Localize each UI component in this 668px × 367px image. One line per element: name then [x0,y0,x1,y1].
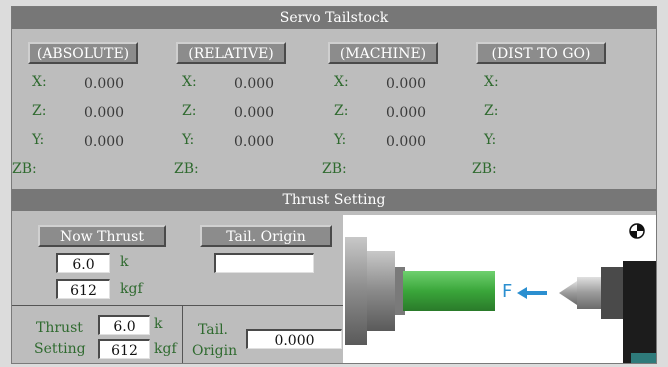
relative-z-label: Z: [182,103,197,119]
tailstock-collar [601,267,623,319]
dist-x-label: X: [484,74,499,90]
column-divider [182,305,183,363]
thrust-setting-label-2: Setting [34,341,86,357]
tail-origin-label-1: Tail. [198,322,229,338]
now-thrust-kgf-unit: kgf [120,281,143,297]
machine-y-value: 0.000 [386,134,427,150]
relative-z-value: 0.000 [234,105,275,121]
force-label: F [502,281,512,302]
center-tip [559,281,577,305]
dist-to-go-column: (DIST TO GO) [460,42,610,64]
now-thrust-button[interactable]: Now Thrust [38,225,166,247]
thrust-section: Now Thrust 6.0 k 612 kgf Tail. Origin Th… [12,215,656,363]
tailstock-illustration: F [345,223,656,363]
machine-zb-label: ZB: [322,161,347,177]
dist-to-go-header: (DIST TO GO) [476,42,606,64]
workpiece [403,271,495,311]
now-thrust-kgf-field: 612 [56,279,110,299]
tailstock-diagram: F [343,215,656,363]
thrust-setting-k-input[interactable]: 6.0 [98,315,150,335]
relative-y-value: 0.000 [234,134,275,150]
thrust-setting-k-unit: k [154,316,163,332]
force-arrow-icon [517,287,547,299]
machine-x-value: 0.000 [386,76,427,92]
tail-origin-input[interactable]: 0.000 [246,329,342,349]
absolute-z-label: Z: [32,103,47,119]
tailstock-quill [577,277,601,309]
dist-y-label: Y: [484,132,497,148]
tailstock-body [623,261,656,363]
absolute-zb-label: ZB: [12,161,37,177]
relative-x-label: X: [182,74,197,90]
absolute-y-value: 0.000 [84,134,125,150]
now-thrust-k-field: 6.0 [56,253,110,273]
servo-tailstock-panel: Servo Tailstock (ABSOLUTE) X: 0.000 Z: 0… [11,6,657,364]
absolute-header: (ABSOLUTE) [28,42,138,64]
dist-z-label: Z: [484,103,499,119]
machine-z-value: 0.000 [386,105,427,121]
chuck-jaw [367,251,395,331]
absolute-x-value: 0.000 [84,76,125,92]
absolute-x-label: X: [32,74,47,90]
thrust-setting-title: Thrust Setting [12,189,656,211]
tail-origin-button[interactable]: Tail. Origin [200,225,332,247]
target-icon-q1 [637,224,644,231]
relative-zb-label: ZB: [174,161,199,177]
relative-x-value: 0.000 [234,76,275,92]
tail-origin-label-2: Origin [192,343,238,359]
absolute-column: (ABSOLUTE) [12,42,162,64]
tailstock-base [631,353,656,363]
thrust-setting-label-1: Thrust [36,320,83,336]
absolute-z-value: 0.000 [84,105,125,121]
section-divider [12,305,343,306]
relative-y-label: Y: [182,132,195,148]
tail-origin-display [214,253,314,273]
panel-title: Servo Tailstock [12,7,656,29]
chuck-body [345,237,367,345]
position-table: (ABSOLUTE) X: 0.000 Z: 0.000 Y: 0.000 ZB… [12,30,656,187]
target-icon-q3 [630,231,637,238]
now-thrust-k-unit: k [120,254,129,270]
machine-x-label: X: [334,74,349,90]
dist-zb-label: ZB: [472,161,497,177]
machine-header: (MACHINE) [328,42,438,64]
absolute-y-label: Y: [32,132,45,148]
thrust-setting-kgf-input[interactable]: 612 [98,339,150,359]
thrust-setting-kgf-unit: kgf [154,341,177,357]
machine-z-label: Z: [334,103,349,119]
machine-y-label: Y: [334,132,347,148]
machine-column: (MACHINE) [312,42,462,64]
relative-header: (RELATIVE) [176,42,286,64]
relative-column: (RELATIVE) [160,42,310,64]
